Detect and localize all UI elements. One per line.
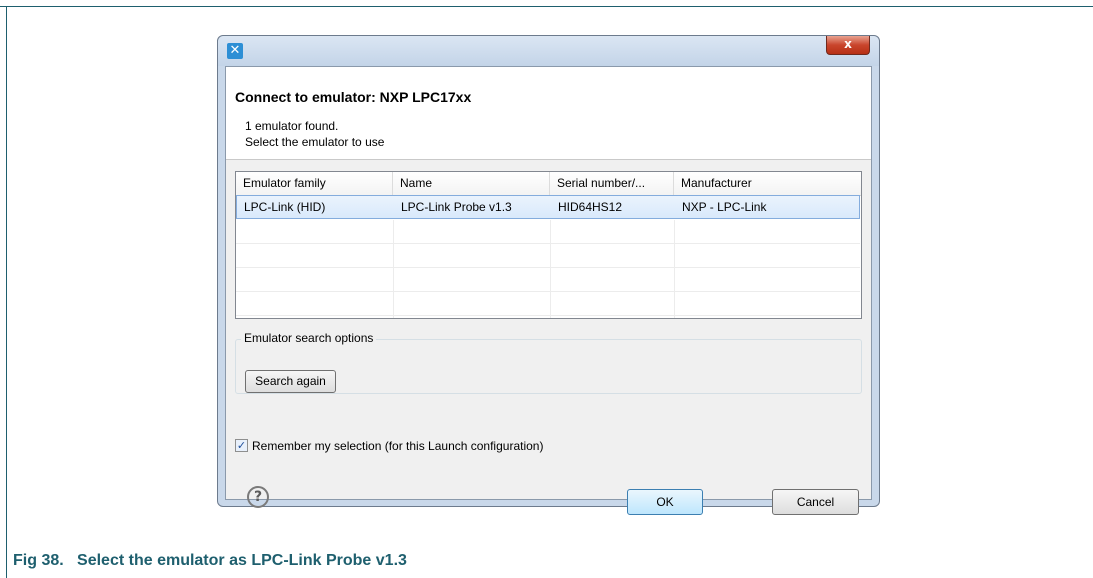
column-header-emulator-family[interactable]: Emulator family bbox=[236, 172, 393, 195]
cell-serial-number: HID64HS12 bbox=[558, 200, 623, 214]
instruction-message: Select the emulator to use bbox=[245, 135, 385, 149]
empty-table-row bbox=[236, 220, 860, 244]
connect-emulator-dialog: ✕ x Connect to emulator: NXP LPC17xx 1 e… bbox=[217, 35, 880, 515]
column-header-manufacturer[interactable]: Manufacturer bbox=[674, 172, 861, 195]
figure-caption: Fig 38. Select the emulator as LPC-Link … bbox=[13, 552, 407, 570]
column-header-name[interactable]: Name bbox=[393, 172, 550, 195]
dialog-client-area: Connect to emulator: NXP LPC17xx 1 emula… bbox=[225, 66, 872, 515]
empty-table-row bbox=[236, 292, 860, 316]
dialog-title: Connect to emulator: NXP LPC17xx bbox=[235, 89, 472, 105]
figure-caption-text: Select the emulator as LPC-Link Probe v1… bbox=[77, 552, 407, 569]
grid-line bbox=[674, 220, 675, 318]
cancel-button[interactable]: Cancel bbox=[772, 489, 859, 515]
search-options-label: Emulator search options bbox=[241, 331, 377, 345]
remember-selection-label[interactable]: Remember my selection (for this Launch c… bbox=[252, 439, 543, 453]
status-message: 1 emulator found. bbox=[245, 119, 339, 133]
cell-emulator-family: LPC-Link (HID) bbox=[244, 200, 326, 214]
title-bar[interactable]: ✕ x bbox=[218, 36, 879, 66]
empty-table-row bbox=[236, 268, 860, 292]
page-frame-left bbox=[6, 6, 7, 578]
help-icon[interactable]: ? bbox=[247, 486, 269, 508]
grid-line bbox=[550, 220, 551, 318]
search-again-button[interactable]: Search again bbox=[245, 370, 336, 393]
ok-button[interactable]: OK bbox=[627, 489, 703, 515]
cell-manufacturer: NXP - LPC-Link bbox=[682, 200, 767, 214]
close-button[interactable]: x bbox=[826, 36, 870, 55]
dialog-header: Connect to emulator: NXP LPC17xx 1 emula… bbox=[226, 67, 871, 160]
table-header: Emulator family Name Serial number/... M… bbox=[236, 172, 861, 196]
remember-selection-checkbox[interactable]: ✓ bbox=[235, 439, 248, 452]
column-header-serial-number[interactable]: Serial number/... bbox=[550, 172, 674, 195]
figure-number: Fig 38. bbox=[13, 552, 64, 569]
emulator-table[interactable]: Emulator family Name Serial number/... M… bbox=[235, 171, 862, 319]
grid-line bbox=[393, 220, 394, 318]
search-options-box: Search again bbox=[235, 339, 862, 394]
search-options-group: Search again Emulator search options bbox=[235, 331, 862, 430]
app-icon: ✕ bbox=[227, 43, 243, 59]
page-frame-top bbox=[0, 6, 1093, 7]
table-row[interactable]: LPC-Link (HID) LPC-Link Probe v1.3 HID64… bbox=[236, 195, 860, 219]
cell-name: LPC-Link Probe v1.3 bbox=[401, 200, 512, 214]
empty-table-row bbox=[236, 244, 860, 268]
